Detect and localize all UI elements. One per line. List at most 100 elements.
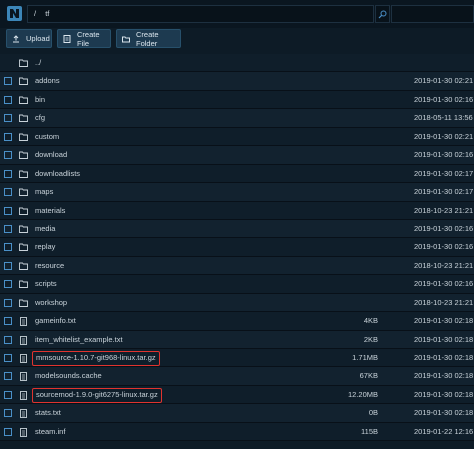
row-checkbox[interactable] xyxy=(4,390,12,399)
folder-row[interactable]: download 2019-01-30 02:16 xyxy=(0,146,474,165)
folder-row[interactable]: materials 2018-10-23 21:21 xyxy=(0,201,474,220)
action-toolbar: Upload Create File Create Folder xyxy=(0,28,474,52)
folder-icon xyxy=(19,114,28,123)
create-folder-button[interactable]: Create Folder xyxy=(116,29,181,48)
row-checkbox[interactable] xyxy=(4,261,12,270)
folder-row[interactable]: replay 2019-01-30 02:16 xyxy=(0,238,474,257)
entry-name[interactable]: addons xyxy=(35,72,60,90)
row-checkbox[interactable] xyxy=(4,335,12,344)
folder-row[interactable]: maps 2019-01-30 02:17 xyxy=(0,183,474,202)
row-checkbox[interactable] xyxy=(4,298,12,307)
folder-row[interactable]: scripts 2019-01-30 02:16 xyxy=(0,275,474,294)
folder-icon xyxy=(19,243,28,252)
entry-modified-date: 2019-01-30 02:18 xyxy=(414,353,474,362)
row-checkbox[interactable] xyxy=(4,243,12,252)
entry-name[interactable]: workshop xyxy=(35,294,67,312)
upload-icon xyxy=(12,34,20,43)
row-checkbox[interactable] xyxy=(4,169,12,178)
row-checkbox[interactable] xyxy=(4,77,12,86)
row-checkbox[interactable] xyxy=(4,372,12,381)
file-icon xyxy=(19,427,28,437)
entry-name[interactable]: steam.inf xyxy=(35,423,65,441)
folder-row[interactable]: bin 2019-01-30 02:16 xyxy=(0,90,474,110)
entry-name[interactable]: modelsounds.cache xyxy=(35,367,102,385)
create-file-icon xyxy=(63,34,71,43)
entry-size: 115B xyxy=(361,426,378,436)
row-checkbox[interactable] xyxy=(4,354,12,362)
create-file-label: Create File xyxy=(77,29,100,48)
entry-size: 1.71MB xyxy=(352,353,378,362)
entry-name[interactable]: bin xyxy=(35,91,45,109)
entry-modified-date: 2019-01-30 02:16 xyxy=(414,223,474,233)
file-row[interactable]: mmsource-1.10.7-git968-linux.tar.gz 1.71M… xyxy=(0,349,474,368)
folder-row[interactable]: resource 2018-10-23 21:21 xyxy=(0,256,474,276)
folder-row[interactable]: addons 2019-01-30 02:21 xyxy=(0,72,474,91)
folder-row[interactable]: cfg 2018-05-11 13:56 xyxy=(0,109,474,128)
entry-name[interactable]: mmsource-1.10.7-git968-linux.tar.gz xyxy=(32,351,160,366)
folder-row[interactable]: custom 2019-01-30 02:21 xyxy=(0,127,474,147)
folder-icon xyxy=(19,170,28,178)
row-checkbox[interactable] xyxy=(4,114,12,123)
entry-modified-date: 2019-01-30 02:18 xyxy=(414,389,474,399)
row-checkbox[interactable] xyxy=(4,95,12,104)
entry-modified-date: 2019-01-30 02:16 xyxy=(414,242,474,252)
entry-name[interactable]: item_whitelist_example.txt xyxy=(35,331,123,349)
entry-name[interactable]: resource xyxy=(35,257,64,275)
row-checkbox[interactable] xyxy=(4,151,12,160)
entry-name[interactable]: materials xyxy=(35,202,65,220)
entry-name[interactable]: download xyxy=(35,146,67,164)
path-root[interactable]: / xyxy=(34,9,36,18)
entry-name[interactable]: cfg xyxy=(35,109,45,127)
entry-name[interactable]: replay xyxy=(35,238,55,256)
entry-modified-date: 2019-01-30 02:17 xyxy=(414,168,474,178)
row-checkbox[interactable] xyxy=(4,317,12,326)
entry-name[interactable]: stats.txt xyxy=(35,404,61,422)
entry-name[interactable]: scripts xyxy=(35,275,57,293)
row-checkbox[interactable] xyxy=(4,206,12,215)
folder-icon xyxy=(19,59,28,67)
search-input[interactable] xyxy=(391,5,474,23)
entry-modified-date: 2019-01-22 12:16 xyxy=(414,426,474,436)
create-file-button[interactable]: Create File xyxy=(57,29,111,48)
entry-name[interactable]: downloadlists xyxy=(35,165,80,183)
entry-name[interactable]: ../ xyxy=(35,54,41,72)
path-current-dir[interactable]: tf xyxy=(45,9,49,18)
entry-size: 4KB xyxy=(363,316,378,326)
entry-modified-date: 2019-01-30 02:18 xyxy=(414,408,474,418)
entry-modified-date: 2019-01-30 02:16 xyxy=(414,94,474,104)
search-button[interactable] xyxy=(375,5,390,23)
path-breadcrumb[interactable]: / tf xyxy=(27,5,374,23)
search-icon xyxy=(378,10,387,18)
entry-name[interactable]: sourcemod-1.9.0-git6275-linux.tar.gz xyxy=(32,387,162,403)
file-row[interactable]: sourcemod-1.9.0-git6275-linux.tar.gz 12.2… xyxy=(0,385,474,405)
row-checkbox[interactable] xyxy=(4,132,12,141)
entry-name[interactable]: maps xyxy=(35,183,53,201)
folder-row[interactable]: ../ xyxy=(0,54,474,73)
entry-modified-date: 2018-10-23 21:21 xyxy=(414,297,474,307)
entry-modified-date: 2018-05-11 13:56 xyxy=(414,113,473,123)
file-manager-logo-icon[interactable] xyxy=(7,6,22,21)
folder-row[interactable]: workshop 2018-10-23 21:21 xyxy=(0,293,474,313)
file-row[interactable]: stats.txt 0B 2019-01-30 02:18 xyxy=(0,404,474,423)
file-row[interactable]: item_whitelist_example.txt 2KB 2019-01-30 … xyxy=(0,330,474,349)
entry-name[interactable]: gameinfo.txt xyxy=(35,312,76,330)
upload-button[interactable]: Upload xyxy=(6,29,52,48)
row-checkbox[interactable] xyxy=(4,188,12,197)
file-row[interactable]: gameinfo.txt 4KB 2019-01-30 02:18 xyxy=(0,312,474,331)
folder-row[interactable]: media 2019-01-30 02:16 xyxy=(0,219,474,239)
file-list: ../addons 2019-01-30 02:21 bin 2019-01-30 0… xyxy=(0,54,474,442)
file-row[interactable]: modelsounds.cache 67KB 2019-01-30 02:18 xyxy=(0,367,474,386)
entry-modified-date: 2019-01-30 02:16 xyxy=(414,279,474,289)
row-checkbox[interactable] xyxy=(4,409,12,418)
entry-name[interactable]: custom xyxy=(35,128,59,146)
row-checkbox[interactable] xyxy=(4,224,12,233)
entry-size: 12.20MB xyxy=(347,389,378,399)
row-checkbox[interactable] xyxy=(4,280,12,289)
upload-label: Upload xyxy=(26,34,50,43)
file-row[interactable]: steam.inf 115B 2019-01-22 12:16 xyxy=(0,422,474,442)
file-icon xyxy=(19,354,28,363)
row-checkbox[interactable] xyxy=(4,427,12,436)
entry-modified-date: 2019-01-30 02:21 xyxy=(414,131,474,141)
folder-row[interactable]: downloadlists 2019-01-30 02:17 xyxy=(0,164,474,184)
entry-name[interactable]: media xyxy=(35,220,55,238)
